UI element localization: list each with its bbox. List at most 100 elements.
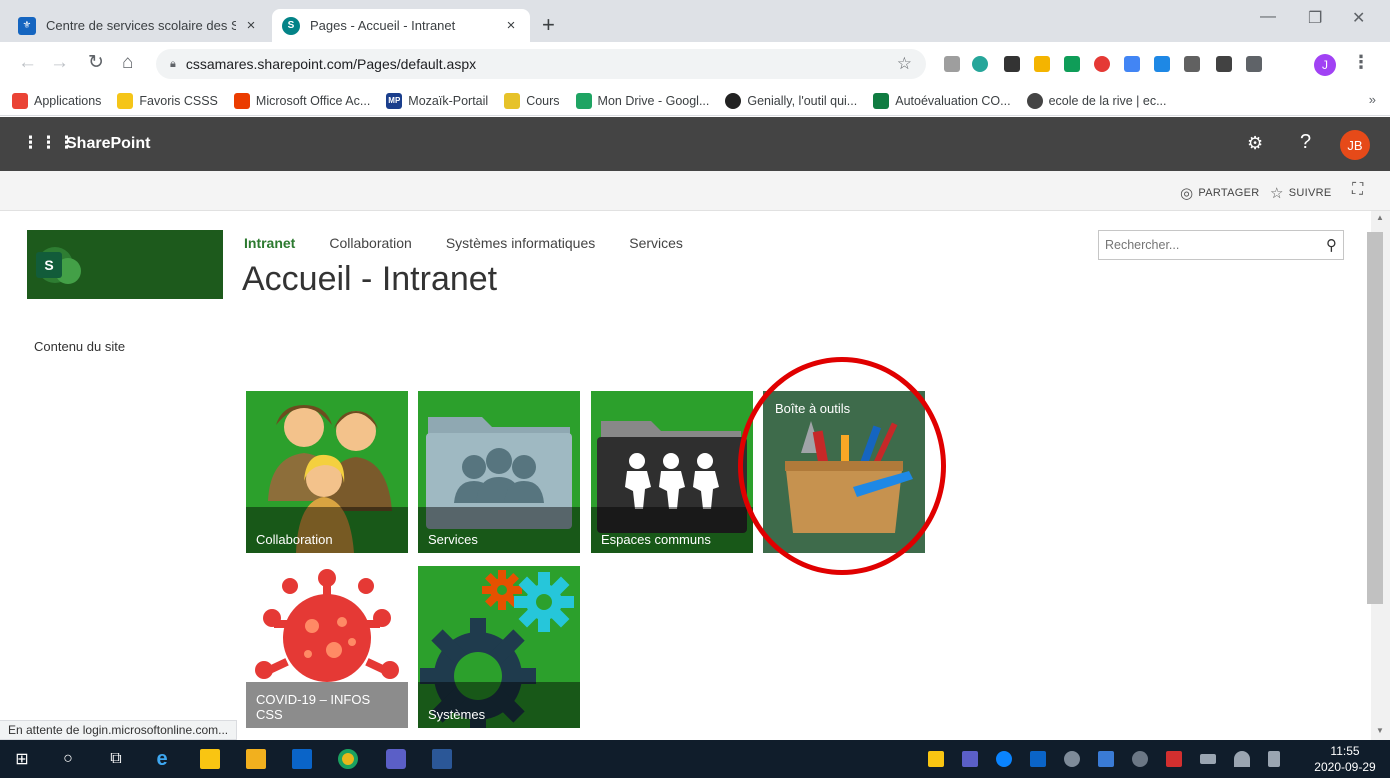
excel-icon <box>873 92 890 109</box>
genially-icon <box>725 92 742 109</box>
antivirus-icon[interactable] <box>1166 751 1182 767</box>
search-icon[interactable]: ⚲ <box>1326 236 1337 254</box>
lock-icon[interactable]: 🔒︎ <box>170 58 176 71</box>
bookmark-mozaik[interactable]: MP Mozaïk-Portail <box>386 92 488 109</box>
bookmark-genially[interactable]: Genially, l'outil qui... <box>725 92 857 109</box>
restore-icon[interactable]: ❐ <box>1308 8 1322 28</box>
bookmarks-overflow-icon[interactable]: » <box>1369 92 1376 107</box>
teams-icon[interactable] <box>386 749 406 769</box>
system-clock[interactable]: 11:55 2020-09-29 <box>1302 743 1388 775</box>
tile-covid-19-infos[interactable]: COVID-19 – INFOS CSS <box>246 566 408 728</box>
chrome-tray-icon[interactable] <box>1064 751 1080 767</box>
google-drive-icon <box>575 92 592 109</box>
forward-arrow-icon[interactable]: → <box>50 52 69 74</box>
sharepoint-brand[interactable]: SharePoint <box>66 135 150 153</box>
windows-start-icon[interactable]: ⊞ <box>12 749 32 769</box>
tile-services[interactable]: Services <box>418 391 580 553</box>
extension-icon[interactable] <box>944 56 960 72</box>
folder-icon <box>117 92 134 109</box>
mail-icon[interactable] <box>928 751 944 767</box>
word-icon[interactable] <box>432 749 452 769</box>
file-explorer-icon[interactable] <box>246 749 266 769</box>
accessibility-icon[interactable] <box>1132 751 1148 767</box>
bookmark-cours[interactable]: Cours <box>504 92 560 109</box>
share-button[interactable]: ◎ PARTAGER <box>1180 184 1259 202</box>
nav-item-intranet[interactable]: Intranet <box>244 235 295 251</box>
bookmark-autoevaluation[interactable]: Autoévaluation CO... <box>873 92 1011 109</box>
menu-icon[interactable]: ⋮ <box>1352 52 1370 73</box>
tab-title: Pages - Accueil - Intranet <box>310 18 456 33</box>
bookmark-drive[interactable]: Mon Drive - Googl... <box>575 92 709 109</box>
extension-icon[interactable] <box>1034 56 1050 72</box>
nav-item-collaboration[interactable]: Collaboration <box>329 235 412 251</box>
extension-icon[interactable] <box>1064 56 1080 72</box>
bookmark-label: ecole de la rive | ec... <box>1048 93 1167 108</box>
bookmark-applications[interactable]: Applications <box>12 92 102 109</box>
tile-espaces-communs[interactable]: Espaces communs <box>591 391 753 553</box>
browser-toolbar: ← → ↻ ⌂ 🔒︎ cssamares.sharepoint.com/Page… <box>0 42 1390 86</box>
extension-icon[interactable] <box>1216 56 1232 72</box>
focus-mode-icon[interactable]: ⛶ <box>1352 181 1363 199</box>
tile-collaboration[interactable]: Collaboration <box>246 391 408 553</box>
new-tab-button[interactable]: + <box>542 14 555 36</box>
url-text[interactable]: cssamares.sharepoint.com/Pages/default.a… <box>186 56 897 72</box>
bookmark-ecole[interactable]: ecole de la rive | ec... <box>1026 92 1167 109</box>
sticky-notes-icon[interactable] <box>200 749 220 769</box>
extension-icon[interactable] <box>1124 56 1140 72</box>
volume-icon[interactable] <box>1268 751 1280 767</box>
outlook-icon[interactable] <box>292 749 312 769</box>
tab-centre-de-services[interactable]: ⚜ Centre de services scolaire des Sa × <box>8 9 270 42</box>
back-arrow-icon[interactable]: ← <box>18 52 37 74</box>
tray-app-icon[interactable] <box>1098 751 1114 767</box>
minimize-icon[interactable]: — <box>1260 8 1276 26</box>
nav-item-services[interactable]: Services <box>629 235 683 251</box>
tab-accueil-intranet[interactable]: S Pages - Accueil - Intranet × <box>272 9 530 42</box>
extension-icon[interactable] <box>1154 56 1170 72</box>
clock-date: 2020-09-29 <box>1314 760 1376 774</box>
outlook-tray-icon[interactable] <box>1030 751 1046 767</box>
window-close-icon[interactable]: ✕ <box>1352 8 1365 28</box>
site-logo[interactable]: S <box>27 230 223 299</box>
tab-close-icon[interactable]: × <box>502 17 520 34</box>
bookmark-office[interactable]: Microsoft Office Ac... <box>233 92 370 109</box>
teams-tray-icon[interactable] <box>962 751 978 767</box>
bookmark-label: Autoévaluation CO... <box>895 93 1011 108</box>
scroll-up-arrow-icon[interactable]: ▲ <box>1376 213 1384 222</box>
reload-icon[interactable]: ↻ <box>88 52 104 74</box>
task-view-icon[interactable]: ⧉ <box>106 749 126 769</box>
tile-caption: Collaboration <box>246 507 408 553</box>
edge-icon[interactable]: e <box>152 748 172 770</box>
onedrive-icon[interactable] <box>996 751 1012 767</box>
page-title: Accueil - Intranet <box>242 260 498 298</box>
profile-avatar[interactable]: J <box>1314 54 1336 76</box>
extension-icon[interactable] <box>972 56 988 72</box>
search-input[interactable] <box>1105 238 1326 252</box>
nav-item-systemes-informatiques[interactable]: Systèmes informatiques <box>446 235 595 251</box>
home-icon[interactable]: ⌂ <box>122 52 133 74</box>
tile-systemes[interactable]: Systèmes <box>418 566 580 728</box>
scroll-down-arrow-icon[interactable]: ▼ <box>1376 726 1384 735</box>
quicklaunch-site-contents[interactable]: Contenu du site <box>34 339 125 354</box>
extension-icon[interactable] <box>1184 56 1200 72</box>
tile-caption: Systèmes <box>418 682 580 728</box>
scrollbar-thumb[interactable] <box>1367 232 1383 604</box>
extension-icon[interactable] <box>1004 56 1020 72</box>
puzzle-icon[interactable] <box>1246 56 1262 72</box>
site-search: ⚲ <box>1098 230 1344 260</box>
adblock-icon[interactable] <box>1094 56 1110 72</box>
help-icon[interactable]: ? <box>1300 131 1311 154</box>
wifi-icon[interactable] <box>1234 751 1250 767</box>
tab-close-icon[interactable]: × <box>242 17 260 34</box>
bookmark-favoris[interactable]: Favoris CSSS <box>117 92 218 109</box>
settings-gear-icon[interactable]: ⚙ <box>1247 133 1263 154</box>
follow-button[interactable]: ☆ SUIVRE <box>1270 184 1332 202</box>
bookmark-star-icon[interactable]: ☆ <box>897 54 912 74</box>
user-avatar[interactable]: JB <box>1340 130 1370 160</box>
classroom-icon <box>504 92 521 109</box>
chrome-icon[interactable] <box>338 749 358 769</box>
battery-icon[interactable] <box>1200 754 1216 764</box>
search-icon[interactable]: ○ <box>58 749 78 769</box>
address-bar[interactable]: 🔒︎ cssamares.sharepoint.com/Pages/defaul… <box>156 49 926 79</box>
bookmark-label: Applications <box>34 93 102 108</box>
tab-title: Centre de services scolaire des Sa <box>46 18 236 33</box>
